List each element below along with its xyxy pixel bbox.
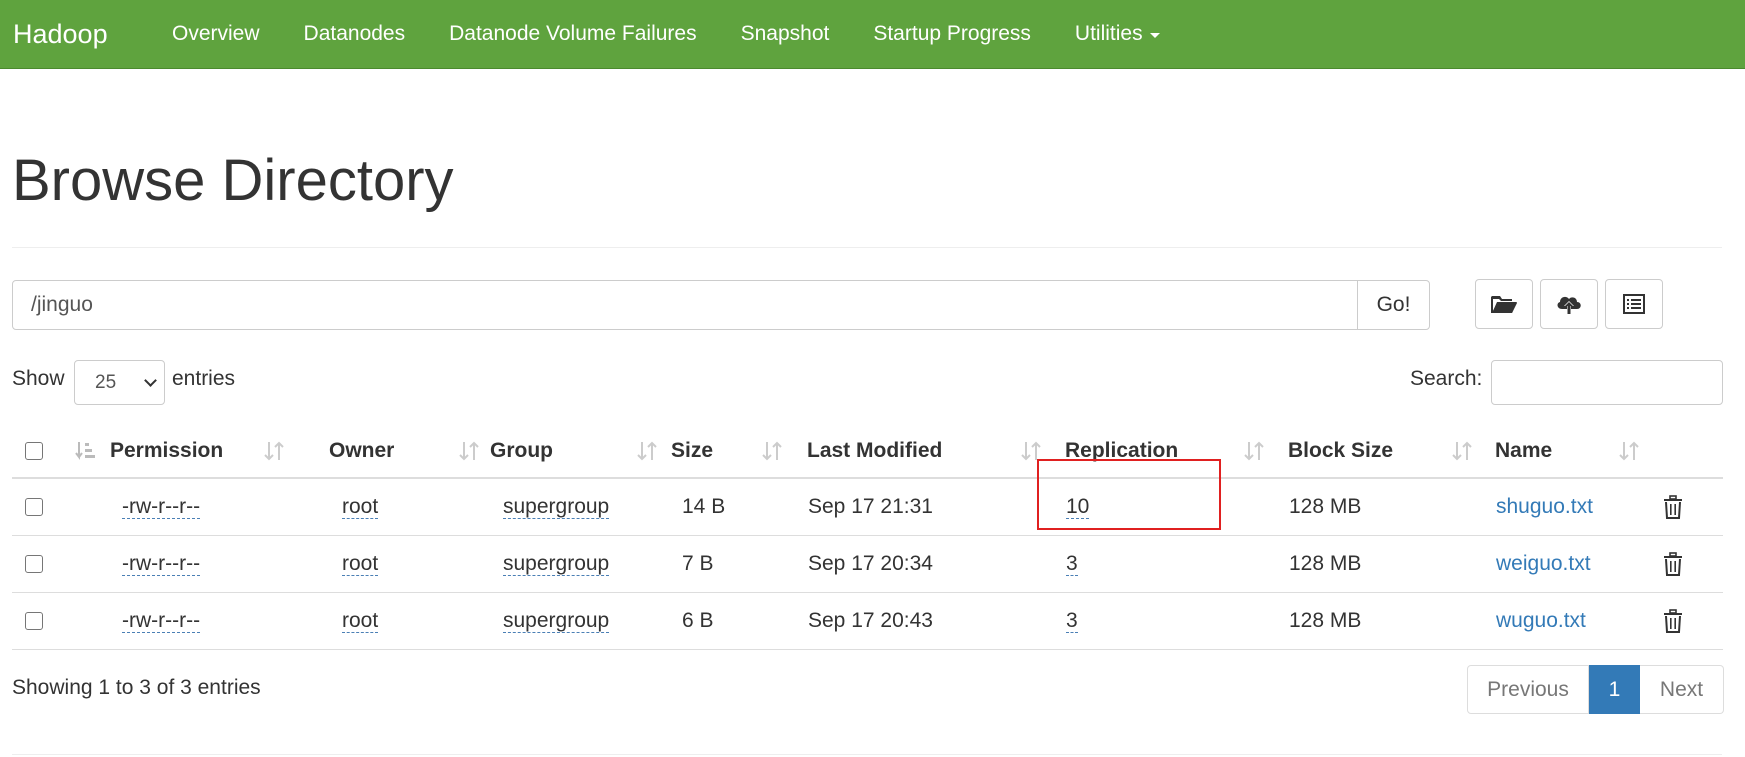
nav-datanodes[interactable]: Datanodes [282,22,428,46]
create-directory-button[interactable] [1475,279,1533,329]
delete-button[interactable] [1663,593,1683,649]
group-value[interactable]: supergroup [503,609,610,634]
title-divider [12,247,1722,248]
sort-icon[interactable] [1617,424,1641,477]
cut-paste-list-button[interactable] [1605,279,1663,329]
upload-file-button[interactable] [1540,279,1598,329]
go-button[interactable]: Go! [1357,280,1430,330]
column-permission[interactable]: Permission [110,424,223,477]
owner-value[interactable]: root [342,609,379,634]
permission-value[interactable]: -rw-r--r-- [122,552,201,577]
block-size-value: 128 MB [1289,495,1362,518]
table-row: -rw-r--r-- root supergroup 7 B Sep 17 20… [12,536,1723,593]
entries-label: entries [172,367,236,390]
delete-button[interactable] [1663,479,1683,535]
modified-value: Sep 17 20:34 [808,552,933,575]
bottom-divider [12,754,1722,755]
permission-value[interactable]: -rw-r--r-- [122,495,201,520]
next-page-button[interactable]: Next [1640,665,1724,714]
file-name-link[interactable]: wuguo.txt [1496,609,1586,633]
column-owner[interactable]: Owner [329,424,394,477]
search-label: Search: [1410,367,1483,390]
top-navbar: Hadoop Overview Datanodes Datanode Volum… [0,0,1745,69]
sort-icon[interactable] [457,424,481,477]
sort-icon[interactable] [262,424,286,477]
owner-value[interactable]: root [342,495,379,520]
trash-icon [1664,495,1682,519]
sort-icon[interactable] [1019,424,1043,477]
sort-icon[interactable] [1450,424,1474,477]
delete-button[interactable] [1663,536,1683,592]
brand-link[interactable]: Hadoop [0,19,150,50]
group-value[interactable]: supergroup [503,495,610,520]
table-header-row: Permission Owner Group Size Last Modifie… [12,424,1723,479]
nav-utilities-label: Utilities [1074,22,1143,45]
block-size-value: 128 MB [1289,552,1362,575]
table-row: -rw-r--r-- root supergroup 6 B Sep 17 20… [12,593,1723,650]
pagination: Previous 1 Next [1467,665,1724,714]
group-value[interactable]: supergroup [503,552,610,577]
nav-overview[interactable]: Overview [150,22,282,46]
size-value: 7 B [682,552,714,575]
row-checkbox[interactable] [25,555,43,573]
modified-value: Sep 17 20:43 [808,609,933,632]
row-checkbox[interactable] [25,498,43,516]
owner-value[interactable]: root [342,552,379,577]
trash-icon [1664,552,1682,576]
cloud-upload-icon [1557,296,1581,314]
chevron-down-icon [144,374,157,387]
replication-value[interactable]: 3 [1066,609,1078,634]
folder-open-icon [1491,296,1517,313]
column-block-size[interactable]: Block Size [1288,424,1393,477]
files-table: Permission Owner Group Size Last Modifie… [12,424,1723,650]
block-size-value: 128 MB [1289,609,1362,632]
column-group[interactable]: Group [490,424,553,477]
show-label: Show [12,367,65,390]
sort-icon[interactable] [1242,424,1266,477]
directory-path-input[interactable] [12,280,1358,330]
sort-icon[interactable] [635,424,659,477]
replication-value[interactable]: 10 [1066,495,1090,520]
column-replication[interactable]: Replication [1065,424,1178,477]
permission-value[interactable]: -rw-r--r-- [122,609,201,634]
column-size[interactable]: Size [671,424,713,477]
sort-icon[interactable] [74,424,98,477]
nav-snapshot[interactable]: Snapshot [719,22,852,46]
page-length-select[interactable]: 25 [74,360,165,405]
row-checkbox[interactable] [25,612,43,630]
previous-page-button[interactable]: Previous [1467,665,1589,714]
nav-startup-progress[interactable]: Startup Progress [851,22,1053,46]
nav-utilities-dropdown[interactable]: Utilities [1053,22,1182,46]
sort-icon[interactable] [760,424,784,477]
modified-value: Sep 17 21:31 [808,495,933,518]
file-name-link[interactable]: weiguo.txt [1496,552,1591,576]
page-title: Browse Directory [12,148,454,213]
size-value: 6 B [682,609,714,632]
table-row: -rw-r--r-- root supergroup 14 B Sep 17 2… [12,479,1723,536]
trash-icon [1664,609,1682,633]
replication-value[interactable]: 3 [1066,552,1078,577]
list-alt-icon [1623,294,1645,314]
table-info-text: Showing 1 to 3 of 3 entries [12,676,261,699]
column-last-modified[interactable]: Last Modified [807,424,942,477]
nav-datanode-volume-failures[interactable]: Datanode Volume Failures [427,22,718,46]
select-all-checkbox[interactable] [25,441,43,460]
column-name[interactable]: Name [1495,424,1552,477]
search-input[interactable] [1491,360,1723,405]
current-page-button[interactable]: 1 [1589,665,1640,714]
file-name-link[interactable]: shuguo.txt [1496,495,1593,519]
caret-down-icon [1149,32,1160,38]
page-length-value: 25 [95,371,117,393]
size-value: 14 B [682,495,726,518]
